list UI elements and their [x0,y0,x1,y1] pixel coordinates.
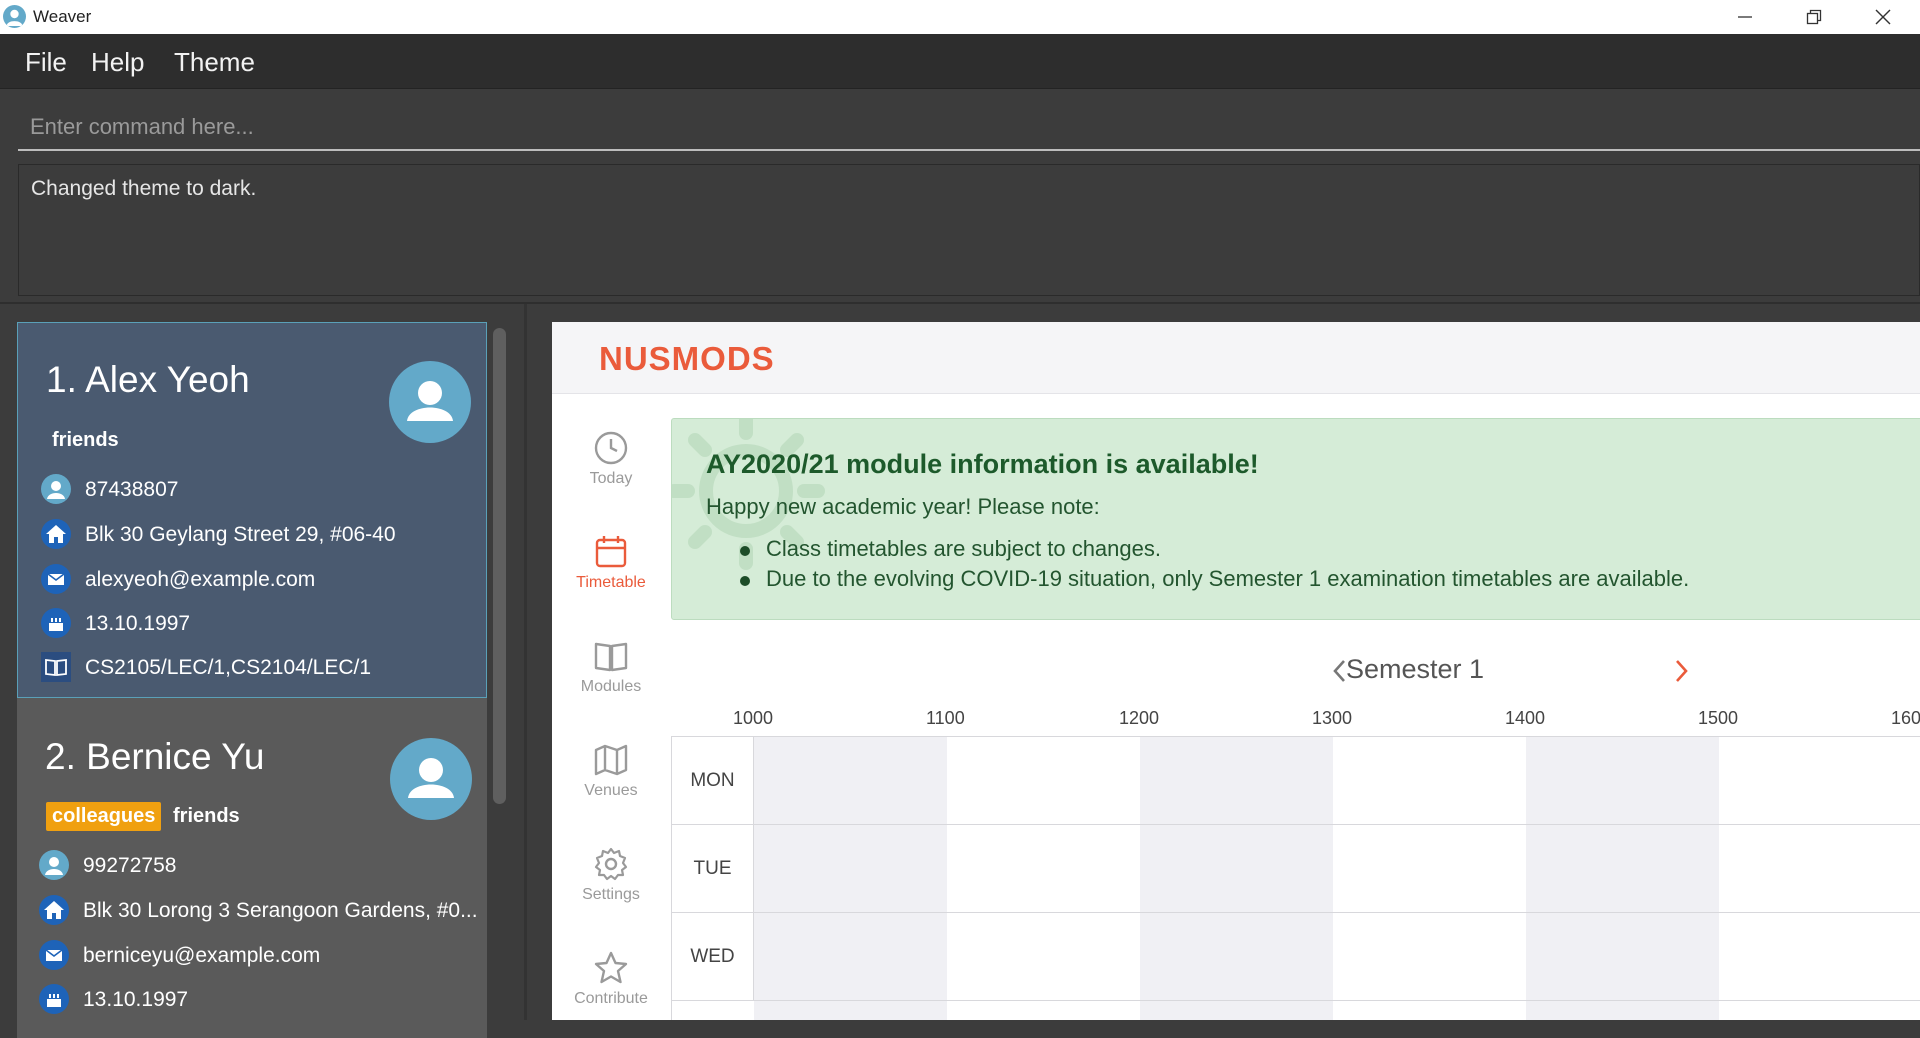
nav-settings-label: Settings [582,886,640,903]
person-email: alexyeoh@example.com [85,568,316,591]
split-pane-divider[interactable] [524,304,527,1020]
timetable-row-wed: WED [672,913,1920,1001]
nav-modules[interactable]: Modules [552,638,670,696]
person-birthday: 13.10.1997 [85,612,191,635]
nusmods-logo[interactable]: NUSMODS [599,340,775,378]
previous-semester-button[interactable] [1331,658,1347,684]
day-label: WED [672,913,754,1000]
window-title: Weaver [33,7,92,26]
person-address: Blk 30 Geylang Street 29, #06-40 [85,523,396,546]
nav-venues[interactable]: Venues [552,742,670,800]
nav-timetable-label: Timetable [576,574,646,591]
hour-label: 1200 [1119,708,1160,728]
alert-item: Class timetables are subject to changes. [766,536,1161,561]
person-email: berniceyu@example.com [83,944,321,967]
restore-button[interactable] [1779,0,1848,34]
nav-timetable[interactable]: Timetable [552,534,670,592]
email-icon [39,940,69,970]
scrollbar-thumb[interactable] [493,328,506,804]
home-icon [41,519,71,549]
person-list-panel: 1. Alex Yeoh friends 87438807 Blk 30 Gey… [0,304,525,1038]
command-box [0,89,1920,159]
hour-label: 1500 [1698,708,1739,728]
alert-item: Due to the evolving COVID-19 situation, … [766,566,1690,591]
alert-subtitle: Happy new academic year! Please note: [706,494,1100,519]
menu-help[interactable]: Help [91,47,144,78]
hour-label: 1300 [1312,708,1353,728]
person-name: 1. Alex Yeoh [46,359,250,400]
command-input[interactable] [18,105,1920,151]
hour-label: 1400 [1505,708,1546,728]
person-name: 2. Bernice Yu [45,736,265,777]
nav-venues-label: Venues [584,782,638,799]
window-title-bar: Weaver [0,0,1920,34]
menu-file[interactable]: File [25,47,67,78]
timetable-row-mon: MON [672,737,1920,825]
home-icon [39,895,69,925]
timetable-grid: MON TUE WED [671,736,1920,1020]
nusmods-main: Today Timetable Modules Venues Settings … [552,394,1920,1020]
semester-selector: Semester 1 [671,646,1920,696]
timetable-row-tue: TUE [672,825,1920,913]
map-icon [594,744,628,776]
menu-bar: File Help Theme [0,34,1920,89]
nav-contribute[interactable]: Contribute [552,950,670,1008]
nusmods-browser-view: NUSMODS Today Timetable Modules Venues S… [552,322,1920,1020]
nav-today[interactable]: Today [552,430,670,488]
announcement-alert: AY2020/21 module information is availabl… [671,418,1920,620]
close-icon [1875,9,1890,25]
app-icon [3,5,26,28]
close-button[interactable] [1848,0,1917,34]
hour-label: 1100 [926,708,965,728]
book-icon [594,642,628,672]
person-modules: CS2105/LEC/1,CS2104/LEC/1 [85,656,372,679]
person-phone: 99272758 [83,854,177,877]
restore-icon [1806,9,1821,25]
nusmods-header: NUSMODS [552,322,1920,394]
result-text: Changed theme to dark. [31,177,257,200]
minimize-icon [1737,16,1752,18]
minimize-button[interactable] [1710,0,1779,34]
avatar [389,361,471,443]
star-icon [594,951,628,984]
book-icon [41,652,71,682]
nav-modules-label: Modules [580,678,642,695]
next-semester-button[interactable] [1674,658,1690,684]
birthday-cake-icon [39,984,69,1014]
timetable-hour-header: 1000 1100 1200 1300 1400 1500 160 [552,708,1920,736]
day-label: MON [672,737,754,824]
nav-today-label: Today [589,470,633,487]
day-label: TUE [672,825,754,912]
nav-contribute-label: Contribute [574,990,648,1007]
avatar [390,738,472,820]
nav-settings[interactable]: Settings [552,846,670,904]
alert-title: AY2020/21 module information is availabl… [706,449,1259,479]
clock-icon [594,431,628,465]
bullet [740,546,750,556]
person-address: Blk 30 Lorong 3 Serangoon Gardens, #0... [83,899,478,922]
hour-label: 160 [1891,708,1920,728]
result-display: Changed theme to dark. [18,164,1920,296]
person-phone: 87438807 [85,478,179,501]
phone-person-icon [41,474,71,504]
semester-label: Semester 1 [1346,654,1485,684]
phone-person-icon [39,850,69,880]
bullet [740,576,750,586]
person-birthday: 13.10.1997 [83,988,189,1011]
gear-icon [594,847,628,881]
tag-colleagues: colleagues [46,802,162,831]
hour-label: 1000 [733,708,774,728]
email-icon [41,564,71,594]
birthday-cake-icon [41,608,71,638]
person-card[interactable]: 1. Alex Yeoh friends 87438807 Blk 30 Gey… [17,322,487,698]
calendar-icon [595,536,627,568]
tag-friends: friends [173,805,240,827]
menu-theme[interactable]: Theme [174,47,255,78]
person-card[interactable]: 2. Bernice Yu colleagues friends 9927275… [17,698,487,1038]
tag-friends: friends [52,429,119,451]
